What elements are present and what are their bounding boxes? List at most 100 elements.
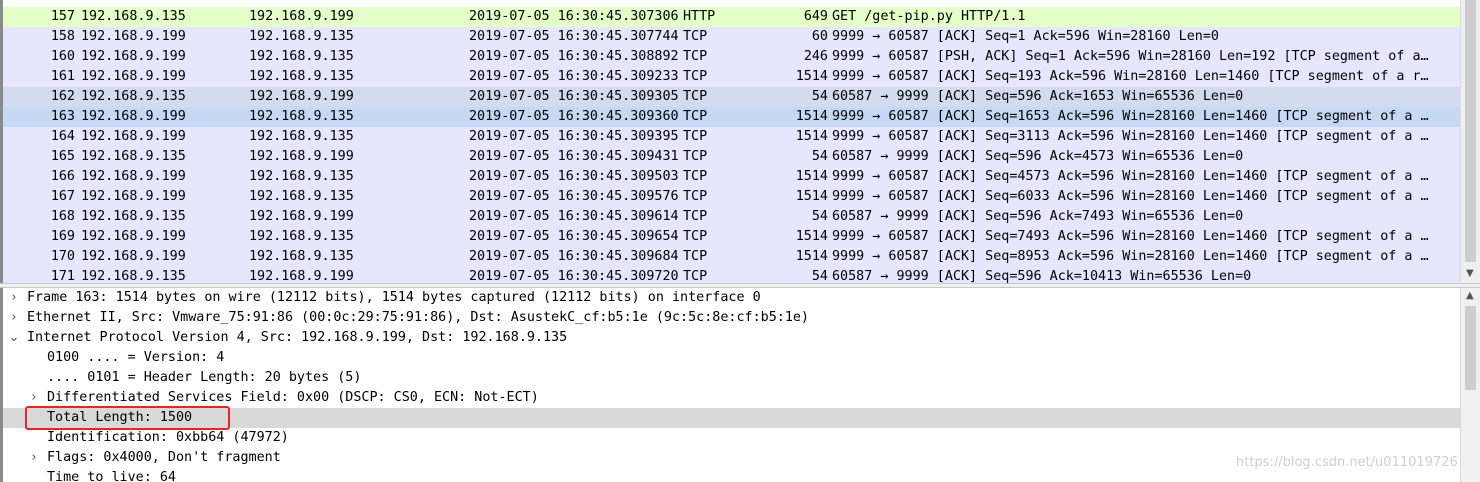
packet-source: 192.168.9.135 bbox=[81, 149, 186, 164]
packet-length: 1514 bbox=[795, 109, 828, 124]
packet-number: 170 bbox=[50, 249, 75, 264]
packet-length: 1514 bbox=[795, 229, 828, 244]
packet-number: 157 bbox=[50, 9, 75, 24]
packet-source: 192.168.9.199 bbox=[81, 29, 186, 44]
packet-details-pane[interactable]: › Frame 163: 1514 bytes on wire (12112 bi… bbox=[3, 288, 1460, 482]
packet-info: 60587 → 9999 [ACK] Seq=596 Ack=10413 Win… bbox=[832, 269, 1252, 283]
packet-destination: 192.168.9.199 bbox=[249, 149, 354, 164]
packet-time: 2019-07-05 16:30:45.309360 bbox=[469, 109, 679, 124]
packet-source: 192.168.9.199 bbox=[81, 49, 186, 64]
packet-time: 2019-07-05 16:30:45.309684 bbox=[469, 249, 679, 264]
packet-info: 60587 → 9999 [ACK] Seq=596 Ack=1653 Win=… bbox=[832, 89, 1244, 104]
packet-number: 160 bbox=[50, 49, 75, 64]
detail-text: Time to live: 64 bbox=[47, 470, 176, 482]
detail-tree-item[interactable]: Time to live: 64 bbox=[3, 468, 1460, 482]
expand-arrow-icon[interactable]: › bbox=[27, 448, 41, 468]
packet-destination: 192.168.9.135 bbox=[249, 129, 354, 144]
packet-time: 2019-07-05 16:30:45.309576 bbox=[469, 189, 679, 204]
packet-source: 192.168.9.199 bbox=[81, 169, 186, 184]
packet-number: 166 bbox=[50, 169, 75, 184]
packet-number: 165 bbox=[50, 149, 75, 164]
expand-arrow-icon[interactable]: › bbox=[7, 308, 21, 328]
detail-text: 0100 .... = Version: 4 bbox=[47, 350, 225, 365]
packet-row[interactable]: 166 192.168.9.199 192.168.9.135 2019-07-05 … bbox=[3, 167, 1460, 187]
detail-tree-item[interactable]: .... 0101 = Header Length: 20 bytes (5) bbox=[3, 368, 1460, 388]
packet-source: 192.168.9.135 bbox=[81, 269, 186, 283]
scrollbar-thumb[interactable] bbox=[1465, 306, 1476, 390]
packet-info: 9999 → 60587 [ACK] Seq=6033 Ack=596 Win=… bbox=[832, 189, 1429, 204]
detail-tree-item[interactable]: Identification: 0xbb64 (47972) bbox=[3, 428, 1460, 448]
packet-row[interactable]: 167 192.168.9.199 192.168.9.135 2019-07-05 … bbox=[3, 187, 1460, 207]
packet-info: 60587 → 9999 [ACK] Seq=596 Ack=4573 Win=… bbox=[832, 149, 1244, 164]
packet-source: 192.168.9.199 bbox=[81, 229, 186, 244]
detail-text: Ethernet II, Src: Vmware_75:91:86 (00:0c… bbox=[27, 310, 809, 325]
detail-tree-item[interactable]: › Differentiated Services Field: 0x00 (DS… bbox=[3, 388, 1460, 408]
packet-destination: 192.168.9.135 bbox=[249, 249, 354, 264]
packet-number: 162 bbox=[50, 89, 75, 104]
packet-row[interactable]: 169 192.168.9.199 192.168.9.135 2019-07-05 … bbox=[3, 227, 1460, 247]
expand-arrow-icon[interactable]: › bbox=[27, 388, 41, 408]
detail-text: Differentiated Services Field: 0x00 (DSC… bbox=[47, 390, 539, 405]
collapse-arrow-icon[interactable]: ⌄ bbox=[7, 328, 21, 348]
packet-time: 2019-07-05 16:30:45.307744 bbox=[469, 29, 679, 44]
packet-protocol: TCP bbox=[683, 29, 708, 44]
packet-source: 192.168.9.199 bbox=[81, 249, 186, 264]
watermark: https://blog.csdn.net/u011019726 bbox=[1236, 455, 1458, 470]
packet-list-rows: 157 192.168.9.135 192.168.9.199 2019-07-05 … bbox=[3, 7, 1460, 283]
packet-number: 171 bbox=[50, 269, 75, 283]
packet-row[interactable]: 164 192.168.9.199 192.168.9.135 2019-07-05 … bbox=[3, 127, 1460, 147]
packet-row[interactable]: 161 192.168.9.199 192.168.9.135 2019-07-05 … bbox=[3, 67, 1460, 87]
packet-source: 192.168.9.199 bbox=[81, 69, 186, 84]
detail-text: Frame 163: 1514 bytes on wire (12112 bit… bbox=[27, 290, 761, 305]
packet-list-scrollbar[interactable]: ▼ bbox=[1460, 0, 1480, 283]
packet-length: 54 bbox=[811, 89, 828, 104]
packet-destination: 192.168.9.135 bbox=[249, 169, 354, 184]
packet-source: 192.168.9.199 bbox=[81, 189, 186, 204]
packet-destination: 192.168.9.135 bbox=[249, 69, 354, 84]
packet-row[interactable]: 158 192.168.9.199 192.168.9.135 2019-07-05 … bbox=[3, 27, 1460, 47]
details-scrollbar[interactable]: ▲ bbox=[1460, 288, 1480, 482]
packet-time: 2019-07-05 16:30:45.307306 bbox=[469, 9, 679, 24]
packet-destination: 192.168.9.135 bbox=[249, 109, 354, 124]
packet-source: 192.168.9.135 bbox=[81, 209, 186, 224]
packet-protocol: TCP bbox=[683, 169, 708, 184]
packet-time: 2019-07-05 16:30:45.309431 bbox=[469, 149, 679, 164]
packet-length: 649 bbox=[803, 9, 828, 24]
packet-row[interactable]: 162 192.168.9.135 192.168.9.199 2019-07-05 … bbox=[3, 87, 1460, 107]
scroll-down-arrow-icon[interactable]: ▼ bbox=[1466, 268, 1474, 279]
scroll-up-arrow-icon[interactable]: ▲ bbox=[1466, 290, 1474, 301]
packet-row[interactable]: 160 192.168.9.199 192.168.9.135 2019-07-05 … bbox=[3, 47, 1460, 67]
packet-row[interactable]: 171 192.168.9.135 192.168.9.199 2019-07-05 … bbox=[3, 267, 1460, 283]
scrollbar-thumb[interactable] bbox=[1465, 0, 1476, 262]
packet-length: 54 bbox=[811, 269, 828, 283]
packet-time: 2019-07-05 16:30:45.309305 bbox=[469, 89, 679, 104]
packet-time: 2019-07-05 16:30:45.308892 bbox=[469, 49, 679, 64]
packet-number: 164 bbox=[50, 129, 75, 144]
detail-text: .... 0101 = Header Length: 20 bytes (5) bbox=[47, 370, 362, 385]
packet-info: 9999 → 60587 [ACK] Seq=193 Ack=596 Win=2… bbox=[832, 69, 1429, 84]
packet-info: 9999 → 60587 [ACK] Seq=4573 Ack=596 Win=… bbox=[832, 169, 1429, 184]
packet-length: 246 bbox=[803, 49, 828, 64]
expand-arrow-icon[interactable]: › bbox=[7, 288, 21, 308]
packet-list-pane[interactable]: 157 192.168.9.135 192.168.9.199 2019-07-05 … bbox=[3, 0, 1460, 283]
packet-number: 161 bbox=[50, 69, 75, 84]
packet-row[interactable]: 168 192.168.9.135 192.168.9.199 2019-07-05 … bbox=[3, 207, 1460, 227]
packet-destination: 192.168.9.135 bbox=[249, 29, 354, 44]
detail-tree-item[interactable]: › Ethernet II, Src: Vmware_75:91:86 (00:0… bbox=[3, 308, 1460, 328]
packet-info: 9999 → 60587 [ACK] Seq=8953 Ack=596 Win=… bbox=[832, 249, 1429, 264]
packet-destination: 192.168.9.199 bbox=[249, 209, 354, 224]
detail-tree-item[interactable]: › Frame 163: 1514 bytes on wire (12112 bi… bbox=[3, 288, 1460, 308]
packet-info: 60587 → 9999 [ACK] Seq=596 Ack=7493 Win=… bbox=[832, 209, 1244, 224]
packet-row[interactable]: 170 192.168.9.199 192.168.9.135 2019-07-05 … bbox=[3, 247, 1460, 267]
detail-tree-item[interactable]: 0100 .... = Version: 4 bbox=[3, 348, 1460, 368]
packet-protocol: TCP bbox=[683, 209, 708, 224]
packet-row[interactable]: 165 192.168.9.135 192.168.9.199 2019-07-05 … bbox=[3, 147, 1460, 167]
packet-number: 169 bbox=[50, 229, 75, 244]
packet-row[interactable]: 157 192.168.9.135 192.168.9.199 2019-07-05 … bbox=[3, 7, 1460, 27]
packet-source: 192.168.9.135 bbox=[81, 9, 186, 24]
detail-tree-item[interactable]: ⌄ Internet Protocol Version 4, Src: 192.1… bbox=[3, 328, 1460, 348]
packet-protocol: TCP bbox=[683, 249, 708, 264]
packet-row[interactable]: 163 192.168.9.199 192.168.9.135 2019-07-05 … bbox=[3, 107, 1460, 127]
packet-length: 1514 bbox=[795, 189, 828, 204]
packet-destination: 192.168.9.135 bbox=[249, 229, 354, 244]
